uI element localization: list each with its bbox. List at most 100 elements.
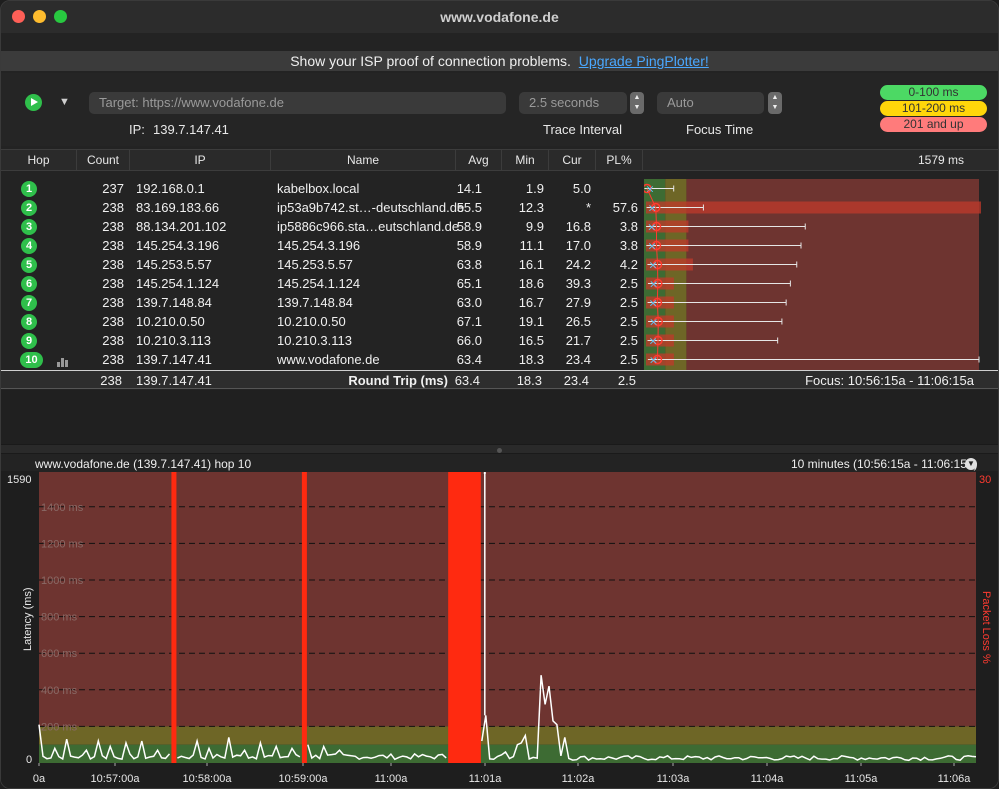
trace-interval-stepper[interactable]: ▲ ▼ [630, 92, 644, 114]
summary-ip: 139.7.147.41 [136, 373, 212, 388]
focus-time-stepper[interactable]: ▲ ▼ [768, 92, 782, 114]
col-count[interactable]: Count [77, 150, 130, 171]
target-input[interactable]: Target: https://www.vodafone.de [89, 92, 506, 114]
hop-name: www.vodafone.de [277, 352, 380, 367]
hop-count: 238 [102, 257, 124, 272]
min-latency-marker: × [649, 316, 658, 329]
timeline-range[interactable]: 10 minutes (10:56:15a - 11:06:15a) [791, 457, 978, 471]
x-axis-tick-label: 0a [33, 773, 46, 785]
hop-count: 238 [102, 333, 124, 348]
focus-range: Focus: 10:56:15a - 11:06:15a [805, 373, 974, 388]
minimize-window-button[interactable] [33, 10, 46, 23]
hop-cur: 21.7 [565, 333, 591, 348]
splitter-handle[interactable] [497, 448, 502, 453]
table-row[interactable]: 8 238 10.210.0.50 10.210.0.50 67.1 19.1 26.5 2.… [1, 312, 643, 331]
hop-cur: 39.3 [565, 276, 591, 291]
banner-text: Show your ISP proof of connection proble… [290, 53, 571, 69]
hop-avg: 63.0 [456, 295, 482, 310]
col-cur[interactable]: Cur [549, 150, 596, 171]
hop-name: 145.253.5.57 [277, 257, 353, 272]
trace-table-header: Hop Count IP Name Avg Min Cur PL% 1579 m… [1, 149, 998, 171]
hop-count: 238 [102, 200, 124, 215]
hop-number-badge: 5 [21, 257, 37, 273]
gridline-label: 1400 ms [41, 502, 84, 514]
hop-count: 238 [102, 219, 124, 234]
hop-latency-graph[interactable]: ×××××××××× [644, 179, 984, 370]
y-axis-max-label: 1590 [7, 474, 31, 486]
col-hop[interactable]: Hop [1, 150, 77, 171]
gridline-label: 600 ms [41, 648, 78, 660]
start-trace-play-icon[interactable] [25, 94, 42, 111]
legend-good: 0-100 ms [880, 85, 987, 100]
hop-avg: 67.1 [456, 314, 482, 329]
col-ip[interactable]: IP [130, 150, 271, 171]
range-chevron-down-icon[interactable]: ▼ [965, 458, 977, 470]
hop-name: 10.210.3.113 [277, 333, 352, 348]
summary-min: 18.3 [516, 373, 542, 388]
timeline-zone-bad [39, 472, 976, 727]
min-latency-marker: × [649, 335, 658, 348]
col-name[interactable]: Name [271, 150, 456, 171]
hop-pl: 2.5 [619, 352, 638, 367]
hop-ip: 139.7.147.41 [136, 352, 212, 367]
chevron-down-icon[interactable]: ▼ [59, 96, 70, 108]
hop-count: 238 [102, 314, 124, 329]
close-window-button[interactable] [12, 10, 25, 23]
hop-count: 238 [102, 276, 124, 291]
hop-cur: 26.5 [565, 314, 591, 329]
legend-bad: 201 and up [880, 117, 987, 132]
hop-min: 11.1 [519, 238, 544, 253]
x-axis-tick-label: 11:00a [375, 773, 409, 785]
table-row[interactable]: 7 238 139.7.148.84 139.7.148.84 63.0 16.7 27.9… [1, 293, 643, 312]
hop-ip: 88.134.201.102 [136, 219, 227, 234]
x-axis-tick-label: 11:04a [751, 773, 785, 785]
hop-ip: 145.253.5.57 [136, 257, 212, 272]
table-row[interactable]: 3 238 88.134.201.102 ip5886c966.sta…eutschl… [1, 217, 643, 236]
min-latency-marker: × [648, 259, 657, 272]
hop-cur: 23.4 [565, 352, 591, 367]
table-row[interactable]: 10 238 139.7.147.41 www.vodafone.de 63.4 18.3… [1, 350, 643, 369]
hop-avg: 63.8 [456, 257, 482, 272]
zoom-window-button[interactable] [54, 10, 67, 23]
upgrade-link[interactable]: Upgrade PingPlotter! [579, 53, 709, 69]
title-bar[interactable]: www.vodafone.de [1, 1, 998, 33]
upgrade-banner: Show your ISP proof of connection proble… [1, 51, 998, 71]
table-row[interactable]: 1 237 192.168.0.1 kabelbox.local 14.1 1.9 5.0 [1, 179, 643, 198]
y-axis-zero-label: 0 [26, 754, 32, 766]
col-scale: 1579 ms [917, 153, 965, 167]
graph-bars-icon[interactable] [57, 357, 69, 367]
focus-time-field[interactable]: Auto [657, 92, 764, 114]
trace-interval-field[interactable]: 2.5 seconds [519, 92, 627, 114]
hop-number-badge: 10 [20, 352, 43, 368]
hop-count: 238 [102, 352, 124, 367]
hop-cur: * [585, 200, 591, 215]
col-pl[interactable]: PL% [596, 150, 643, 171]
table-row[interactable]: 9 238 10.210.3.113 10.210.3.113 66.0 16.5 21.7… [1, 331, 643, 350]
hop-avg: 55.5 [456, 200, 482, 215]
pane-splitter[interactable] [1, 444, 998, 454]
col-avg[interactable]: Avg [456, 150, 502, 171]
gridline-label: 400 ms [41, 685, 78, 697]
app-window: www.vodafone.de Show your ISP proof of c… [0, 0, 999, 789]
hop-cur: 27.9 [565, 295, 591, 310]
table-row[interactable]: 6 238 145.254.1.124 145.254.1.124 65.1 18.6 39… [1, 274, 643, 293]
summary-cur: 23.4 [563, 373, 589, 388]
hop-avg: 14.1 [456, 181, 482, 196]
hop-cur: 24.2 [565, 257, 591, 272]
timeline-zone-warn [39, 726, 976, 745]
hop-ip: 139.7.148.84 [136, 295, 212, 310]
hop-ip: 10.210.0.50 [136, 314, 205, 329]
table-row[interactable]: 2 238 83.169.183.66 ip53a9b742.st…-deutschl… [1, 198, 643, 217]
x-axis-tick-label: 10:57:00a [91, 773, 141, 785]
col-min[interactable]: Min [502, 150, 549, 171]
hop-number-badge: 8 [21, 314, 37, 330]
hop-min: 19.1 [518, 314, 544, 329]
x-axis-tick-label: 11:05a [845, 773, 879, 785]
hop-ip: 192.168.0.1 [136, 181, 205, 196]
table-row[interactable]: 5 238 145.253.5.57 145.253.5.57 63.8 16.1 24.2… [1, 255, 643, 274]
timeline-title: www.vodafone.de (139.7.147.41) hop 10 [35, 457, 252, 471]
x-axis-tick-label: 11:06a [938, 773, 972, 785]
hop-ip: 83.169.183.66 [136, 200, 220, 215]
table-row[interactable]: 4 238 145.254.3.196 145.254.3.196 58.9 11.1 17… [1, 236, 643, 255]
latency-timeline-chart[interactable]: 1400 ms 1200 ms 1000 ms 800 ms 600 ms 400 ms 2… [1, 471, 998, 788]
